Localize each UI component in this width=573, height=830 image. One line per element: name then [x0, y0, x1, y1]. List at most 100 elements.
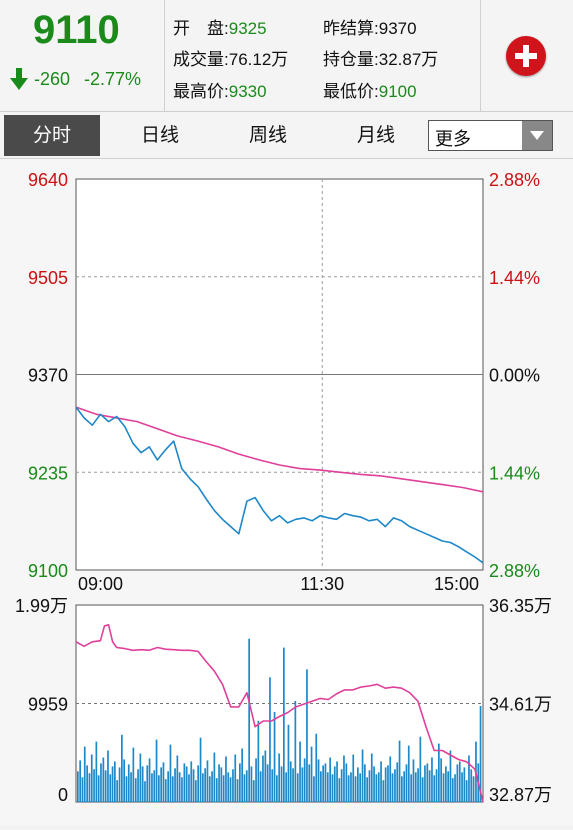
volume-bar — [296, 773, 299, 802]
open-interest-axis-tick-label: 32.87万 — [489, 785, 552, 805]
volume-bar — [322, 765, 325, 802]
volume-bar — [303, 758, 306, 802]
volume-bar — [232, 769, 234, 802]
volume-bar — [306, 669, 308, 802]
volume-bar — [137, 769, 139, 802]
tab-intraday[interactable]: 分时 — [4, 115, 100, 156]
volume-bar — [229, 777, 232, 802]
volume-bar — [280, 766, 283, 802]
volume-bar — [373, 766, 375, 802]
volume-bar — [391, 773, 394, 802]
volume-bar — [421, 777, 424, 802]
volume-bar — [380, 761, 382, 802]
volume-bar — [458, 761, 461, 802]
volume-bar — [239, 763, 241, 802]
volume-bar — [188, 774, 190, 802]
volume-bar — [155, 739, 158, 802]
volume-bar — [294, 701, 297, 802]
volume-bar — [245, 770, 248, 802]
chevron-down-icon — [530, 131, 544, 140]
volume-bar — [81, 777, 84, 802]
low-label: 最低价: — [323, 82, 379, 101]
volume-bar — [264, 750, 267, 802]
volume-bar — [97, 775, 100, 802]
volume-bar — [211, 771, 213, 802]
stat-low: 最低价:9100 — [323, 77, 417, 102]
volume-bar — [202, 773, 204, 802]
volume-bar — [359, 773, 362, 802]
percent-axis-tick-label: 2.88% — [489, 170, 540, 190]
volume-bar — [449, 750, 452, 802]
volume-bar — [218, 764, 220, 802]
volume-bar — [407, 745, 410, 802]
last-price-panel: 9110 -260 -2.77% — [0, 0, 165, 111]
volume-bar — [338, 778, 341, 802]
volume-bar — [160, 767, 163, 802]
volume-bar — [350, 772, 352, 802]
volume-bar — [447, 771, 450, 802]
tab-weekly[interactable]: 周线 — [220, 113, 316, 158]
volume-bar — [100, 763, 102, 802]
volume-bar — [320, 771, 322, 802]
volume-bar — [364, 764, 366, 802]
volume-bar — [171, 776, 174, 802]
volume-bar — [403, 771, 406, 802]
volume-bar — [394, 769, 396, 802]
volume-bar — [252, 780, 255, 802]
high-value: 9330 — [228, 82, 267, 101]
volume-bar — [442, 773, 445, 802]
add-to-watchlist-button[interactable] — [506, 36, 546, 76]
volume-bar — [326, 772, 329, 802]
volume-bar — [440, 758, 443, 802]
volume-bar — [220, 767, 223, 802]
volume-bar — [153, 770, 156, 802]
volume-bar — [178, 772, 181, 802]
price-axis-tick-label: 9100 — [28, 561, 68, 581]
prev-settle-label: 昨结算: — [323, 19, 379, 38]
volume-bar — [144, 781, 146, 802]
volume-bar — [83, 746, 86, 802]
volume-bar — [134, 778, 137, 802]
volume-bar — [289, 761, 292, 802]
low-value: 9100 — [378, 82, 417, 101]
volume-bar — [269, 677, 271, 802]
open-interest-label: 持仓量: — [323, 50, 379, 69]
volume-bar — [227, 772, 230, 802]
more-dropdown[interactable]: 更多 — [428, 120, 553, 151]
volume-bar — [366, 777, 369, 802]
volume-bar — [357, 767, 359, 802]
time-axis-tick-label: 11:30 — [300, 574, 344, 594]
tab-monthly[interactable]: 月线 — [328, 113, 424, 158]
volume-bar — [308, 764, 311, 802]
volume-bar — [324, 763, 327, 802]
open-interest-value: 32.87万 — [378, 50, 439, 69]
volume-bar — [299, 741, 301, 802]
volume-bar — [292, 768, 294, 802]
stat-prev-settle: 昨结算:9370 — [323, 14, 417, 39]
period-tabbar: 分时 日线 周线 月线 更多 — [0, 113, 573, 159]
dropdown-arrow-button[interactable] — [522, 121, 552, 150]
prev-settle-value: 9370 — [378, 19, 417, 38]
volume-bar — [266, 764, 269, 802]
volume-bar — [347, 775, 350, 802]
volume-bar — [123, 759, 126, 802]
change-absolute: -260 — [34, 68, 71, 89]
volume-bar — [139, 753, 142, 802]
volume-bar — [197, 765, 200, 802]
change-percent: -2.77% — [84, 68, 142, 89]
volume-bar — [116, 780, 119, 802]
price-axis-tick-label: 9505 — [28, 268, 68, 288]
volume-bar — [109, 774, 112, 802]
volume-bar — [199, 737, 202, 802]
volume-bar — [343, 755, 345, 802]
volume-bar — [271, 769, 274, 802]
volume-bar — [428, 770, 431, 802]
volume-bar — [331, 774, 334, 802]
add-watchlist-panel — [480, 0, 573, 111]
stat-open: 开 盘:9325 — [173, 14, 267, 39]
volume-bar — [398, 740, 401, 802]
volume-bar — [461, 772, 463, 802]
tab-daily[interactable]: 日线 — [112, 113, 208, 158]
volume-axis-tick-label: 0 — [58, 785, 68, 805]
volume-axis-tick-label: 1.99万 — [15, 596, 68, 616]
